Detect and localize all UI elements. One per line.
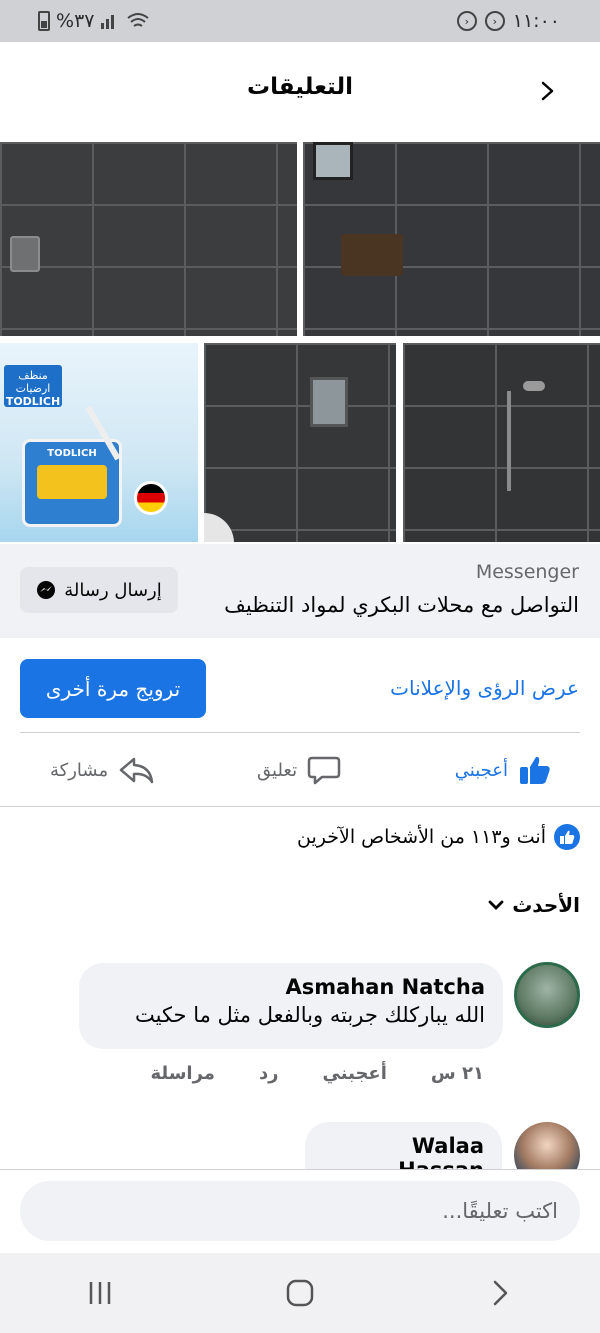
battery-icon xyxy=(38,11,50,31)
comment-action[interactable]: تعليق xyxy=(257,748,341,792)
comment-reply-button[interactable]: رد xyxy=(259,1063,279,1084)
product-banner-label: منظف ارضيات xyxy=(15,369,51,395)
comment-message-button[interactable]: مراسلة xyxy=(150,1063,214,1084)
window xyxy=(313,142,353,180)
comment-author[interactable]: Asmahan Natcha xyxy=(97,975,485,999)
like-action[interactable]: أعجبني xyxy=(455,748,552,792)
wall-switch xyxy=(10,236,40,272)
post-photo-2[interactable] xyxy=(303,142,600,336)
back-nav-icon[interactable] xyxy=(485,1278,515,1308)
post-photo-1[interactable] xyxy=(0,142,297,336)
comment-like-button[interactable]: أعجبني xyxy=(323,1063,387,1084)
sort-dropdown[interactable]: الأحدث xyxy=(488,893,580,917)
status-right: › › ١١:٠٠ xyxy=(456,10,560,32)
messenger-text: التواصل مع محلات البكري لمواد التنظيف xyxy=(224,593,579,617)
comment-bubble[interactable]: Asmahan Natcha الله يباركلك جربته وبالفع… xyxy=(79,963,503,1049)
messenger-section: Messenger التواصل مع محلات البكري لمواد … xyxy=(0,544,600,638)
comment-label: تعليق xyxy=(257,759,298,781)
comment-input-placeholder: اكتب تعليقًا... xyxy=(442,1199,558,1223)
product-banner-brand: TODLICH xyxy=(5,395,61,408)
post-photo-3[interactable]: منظف ارضيات TODLICH TODLICH xyxy=(0,343,198,542)
reactions-summary[interactable]: أنت و١١٣ من الأشخاص الآخرين xyxy=(297,824,580,850)
product-jug-sticker xyxy=(37,465,107,499)
avatar[interactable] xyxy=(514,962,580,1028)
shower-window xyxy=(310,377,348,427)
like-label: أعجبني xyxy=(454,759,508,781)
share-icon xyxy=(119,757,154,784)
reactions-text: أنت و١١٣ من الأشخاص الآخرين xyxy=(297,826,546,848)
send-message-button[interactable]: إرسال رسالة xyxy=(20,567,178,613)
comment-2-clip: Walaa Hassan xyxy=(0,1110,600,1170)
messenger-label: Messenger xyxy=(475,561,579,583)
thumbs-up-icon xyxy=(520,756,550,784)
clock: ١١:٠٠ xyxy=(512,10,560,32)
divider xyxy=(0,806,600,807)
avatar[interactable] xyxy=(514,1122,580,1170)
comment-author[interactable]: Walaa Hassan xyxy=(323,1134,484,1170)
german-flag-icon xyxy=(134,481,168,515)
page-title: التعليقات xyxy=(247,74,353,100)
shower-head xyxy=(523,381,545,391)
send-message-label: إرسال رسالة xyxy=(64,579,162,601)
comment-text: الله يباركلك جربته وبالفعل مثل ما حكيت xyxy=(135,1003,485,1027)
sort-label: الأحدث xyxy=(512,893,580,917)
view-insights-link[interactable]: عرض الرؤى والإعلانات xyxy=(390,676,579,700)
boost-again-button[interactable]: ترويج مرة أخرى xyxy=(20,659,206,718)
comment-meta: ٢١ س أعجبني رد مراسلة xyxy=(150,1063,484,1084)
status-left: %٣٧ xyxy=(38,10,150,32)
recent-apps-icon[interactable] xyxy=(85,1278,115,1308)
share-action[interactable]: مشاركة xyxy=(50,748,154,792)
comment-time: ٢١ س xyxy=(430,1063,484,1084)
sync-icon: › xyxy=(484,11,505,31)
back-button[interactable] xyxy=(532,76,562,106)
header: التعليقات xyxy=(0,42,600,140)
messenger-icon xyxy=(37,581,56,599)
system-nav-bar xyxy=(0,1253,600,1333)
post-photo-4[interactable] xyxy=(204,343,396,542)
product-jug-label: TODLICH xyxy=(47,448,97,459)
product-jug: TODLICH xyxy=(22,439,122,527)
comment-input[interactable]: اكتب تعليقًا... xyxy=(20,1181,580,1241)
chevron-back-icon xyxy=(541,81,554,101)
home-icon[interactable] xyxy=(285,1278,315,1308)
sink-edge xyxy=(204,513,234,542)
data-saver-icon: › xyxy=(456,11,477,31)
composer-divider xyxy=(0,1169,600,1170)
like-reaction-icon xyxy=(554,824,580,850)
comment-icon xyxy=(307,756,341,785)
status-bar: %٣٧ › › ١١:٠٠ xyxy=(0,0,600,42)
shower-pipe xyxy=(507,391,511,491)
battery-level: %٣٧ xyxy=(56,10,95,32)
post-photo-5[interactable] xyxy=(403,343,600,542)
divider xyxy=(20,732,580,733)
wifi-icon xyxy=(127,13,150,27)
comment-bubble[interactable]: Walaa Hassan xyxy=(305,1122,502,1170)
chevron-down-icon xyxy=(488,900,504,910)
product-banner: منظف ارضيات TODLICH xyxy=(4,365,62,408)
share-label: مشاركة xyxy=(50,759,109,781)
signal-icon xyxy=(101,15,115,29)
basket xyxy=(341,234,403,276)
